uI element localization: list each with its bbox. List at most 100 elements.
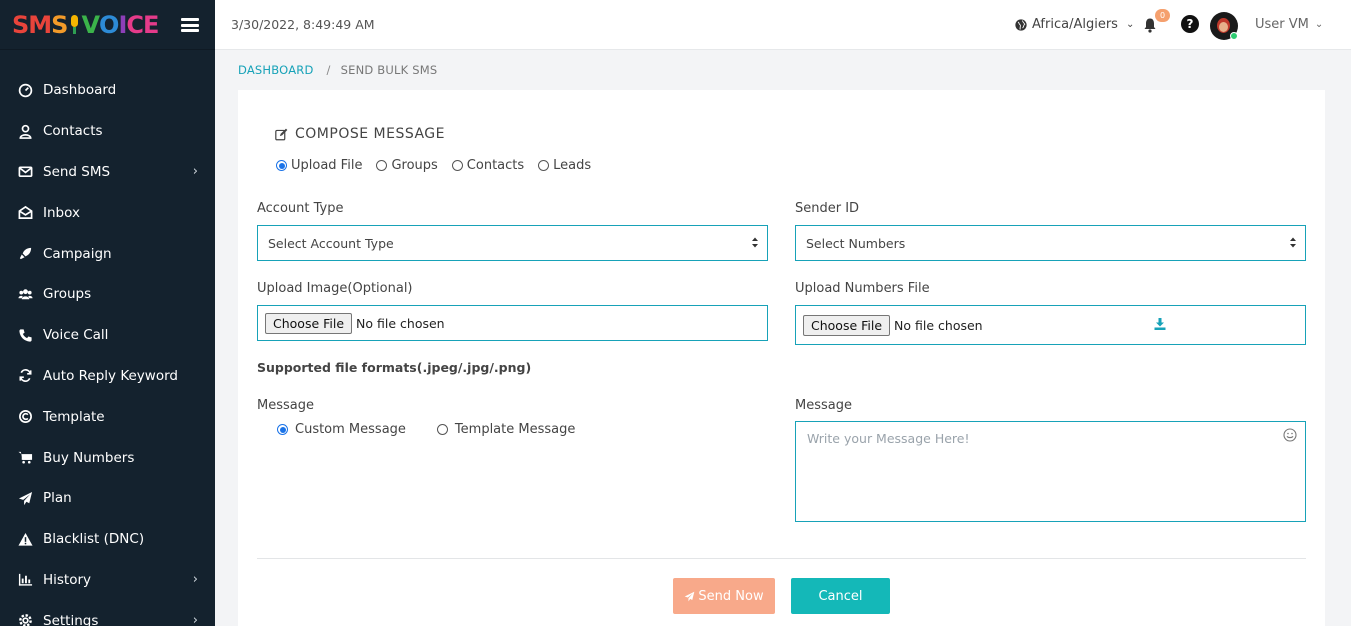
sidebar-item-inbox[interactable]: Inbox [0,192,215,233]
message-type-label: Message [257,398,314,413]
no-file-text: No file chosen [356,315,445,331]
chevron-right-icon: › [192,613,198,626]
message-placeholder: Write your Message Here! [807,431,970,446]
user-name: User VM [1255,17,1309,32]
download-icon[interactable] [1154,318,1166,330]
hamburger-menu-icon[interactable] [181,18,199,32]
supported-formats-note: Supported file formats(.jpeg/.jpg/.png) [257,360,532,375]
chevron-down-icon: ⌄ [1314,19,1324,30]
sidebar-item-buy-numbers[interactable]: Buy Numbers [0,437,215,478]
logo-bar: SM S V O I CE [0,0,215,50]
sender-id-select[interactable]: Select Numbers [795,225,1306,261]
cart-icon [16,450,34,466]
paper-plane-icon [16,490,34,506]
current-datetime: 3/30/2022, 8:49:49 AM [231,17,375,32]
sidebar-item-label: Contacts [43,123,103,140]
sender-id-value: Select Numbers [806,235,906,251]
sidebar-item-label: Plan [43,490,72,507]
user-menu[interactable]: User VM ⌄ [1255,17,1323,32]
sidebar-item-label: Auto Reply Keyword [43,367,178,384]
no-file-text: No file chosen [894,317,983,333]
phone-icon [16,327,34,343]
sidebar-item-dashboard[interactable]: Dashboard [0,70,215,111]
sidebar-item-auto-reply-keyword[interactable]: Auto Reply Keyword [0,356,215,397]
chevron-right-icon: › [192,572,198,588]
sidebar-item-contacts[interactable]: Contacts [0,111,215,152]
help-icon[interactable]: ? [1181,15,1199,33]
divider [257,558,1306,559]
upload-image-field: Choose File No file chosen [257,305,768,341]
choose-file-button[interactable]: Choose File [803,314,891,336]
send-now-button[interactable]: Send Now [673,578,775,614]
gear-icon [16,613,34,626]
sidebar-item-label: Settings [43,612,99,626]
account-type-select[interactable]: Select Account Type [257,225,768,261]
message-label: Message [795,398,852,413]
sidebar-item-label: Campaign [43,245,112,262]
rocket-icon [16,246,34,262]
warning-icon [16,531,34,547]
bar-chart-icon [16,572,34,588]
page-title: COMPOSE MESSAGE [295,126,446,142]
compose-card: COMPOSE MESSAGE Upload File Groups Conta… [238,90,1325,626]
inbox-icon [16,205,34,221]
choose-file-button[interactable]: Choose File [265,312,353,334]
account-type-label: Account Type [257,201,344,216]
message-textarea[interactable]: Write your Message Here! [795,421,1306,522]
sidebar-item-label: Send SMS [43,163,111,180]
upload-numbers-label: Upload Numbers File [795,281,930,296]
breadcrumb-separator: / [326,63,331,77]
breadcrumb-current: SEND BULK SMS [340,63,438,77]
radio-contacts[interactable]: Contacts [451,158,524,173]
user-icon [16,123,34,139]
sidebar-item-blacklist[interactable]: Blacklist (DNC) [0,519,215,560]
chevron-down-icon: ⌄ [1125,19,1135,30]
edit-icon [275,128,288,140]
radio-template-message[interactable]: Template Message [436,422,575,437]
select-arrows-icon [752,237,758,248]
timezone-selector[interactable]: Africa/Algiers ⌄ [1015,17,1134,32]
timezone-label: Africa/Algiers [1032,17,1118,32]
sidebar-item-send-sms[interactable]: Send SMS › [0,152,215,193]
breadcrumb-dashboard-link[interactable]: DASHBOARD [238,63,314,77]
sidebar-item-label: Inbox [43,204,80,221]
breadcrumb: DASHBOARD / SEND BULK SMS [238,63,437,77]
dashboard-icon [16,82,34,98]
source-radio-group: Upload File Groups Contacts Leads [276,158,591,173]
sidebar-item-plan[interactable]: Plan [0,478,215,519]
emoji-icon[interactable] [1283,428,1297,442]
sidebar-item-label: Dashboard [43,82,117,99]
radio-leads[interactable]: Leads [538,158,591,173]
radio-upload-file[interactable]: Upload File [276,158,362,173]
sidebar-item-groups[interactable]: Groups [0,274,215,315]
account-type-value: Select Account Type [268,235,394,251]
sidebar: SM S V O I CE Dashboard Contacts Send SMS › I… [0,0,215,626]
sender-id-label: Sender ID [795,201,860,216]
app-logo[interactable]: SM S V O I CE [12,11,159,39]
sidebar-item-settings[interactable]: Settings › [0,600,215,626]
template-icon [16,409,34,425]
top-header: 3/30/2022, 8:49:49 AM Africa/Algiers ⌄ 0… [215,0,1351,50]
sidebar-item-voice-call[interactable]: Voice Call [0,315,215,356]
sidebar-item-campaign[interactable]: Campaign [0,233,215,274]
sidebar-item-label: Blacklist (DNC) [43,531,145,548]
cancel-button[interactable]: Cancel [791,578,890,614]
sidebar-item-label: Groups [43,286,92,303]
chevron-right-icon: › [192,164,198,180]
online-status-dot [1230,32,1238,40]
sidebar-item-label: Buy Numbers [43,449,135,466]
notification-badge: 0 [1155,9,1170,22]
radio-groups[interactable]: Groups [376,158,438,173]
sidebar-item-template[interactable]: Template [0,396,215,437]
message-type-radio-group: Custom Message Template Message [277,422,575,437]
sidebar-item-history[interactable]: History › [0,560,215,601]
envelope-icon [16,164,34,180]
compose-title: COMPOSE MESSAGE [275,126,445,142]
select-arrows-icon [1290,237,1296,248]
sidebar-item-label: Template [43,408,105,425]
upload-numbers-field: Choose File No file chosen [795,305,1306,345]
paper-plane-icon [685,591,695,601]
globe-icon [1015,18,1027,31]
radio-custom-message[interactable]: Custom Message [277,422,406,437]
sync-icon [16,368,34,384]
